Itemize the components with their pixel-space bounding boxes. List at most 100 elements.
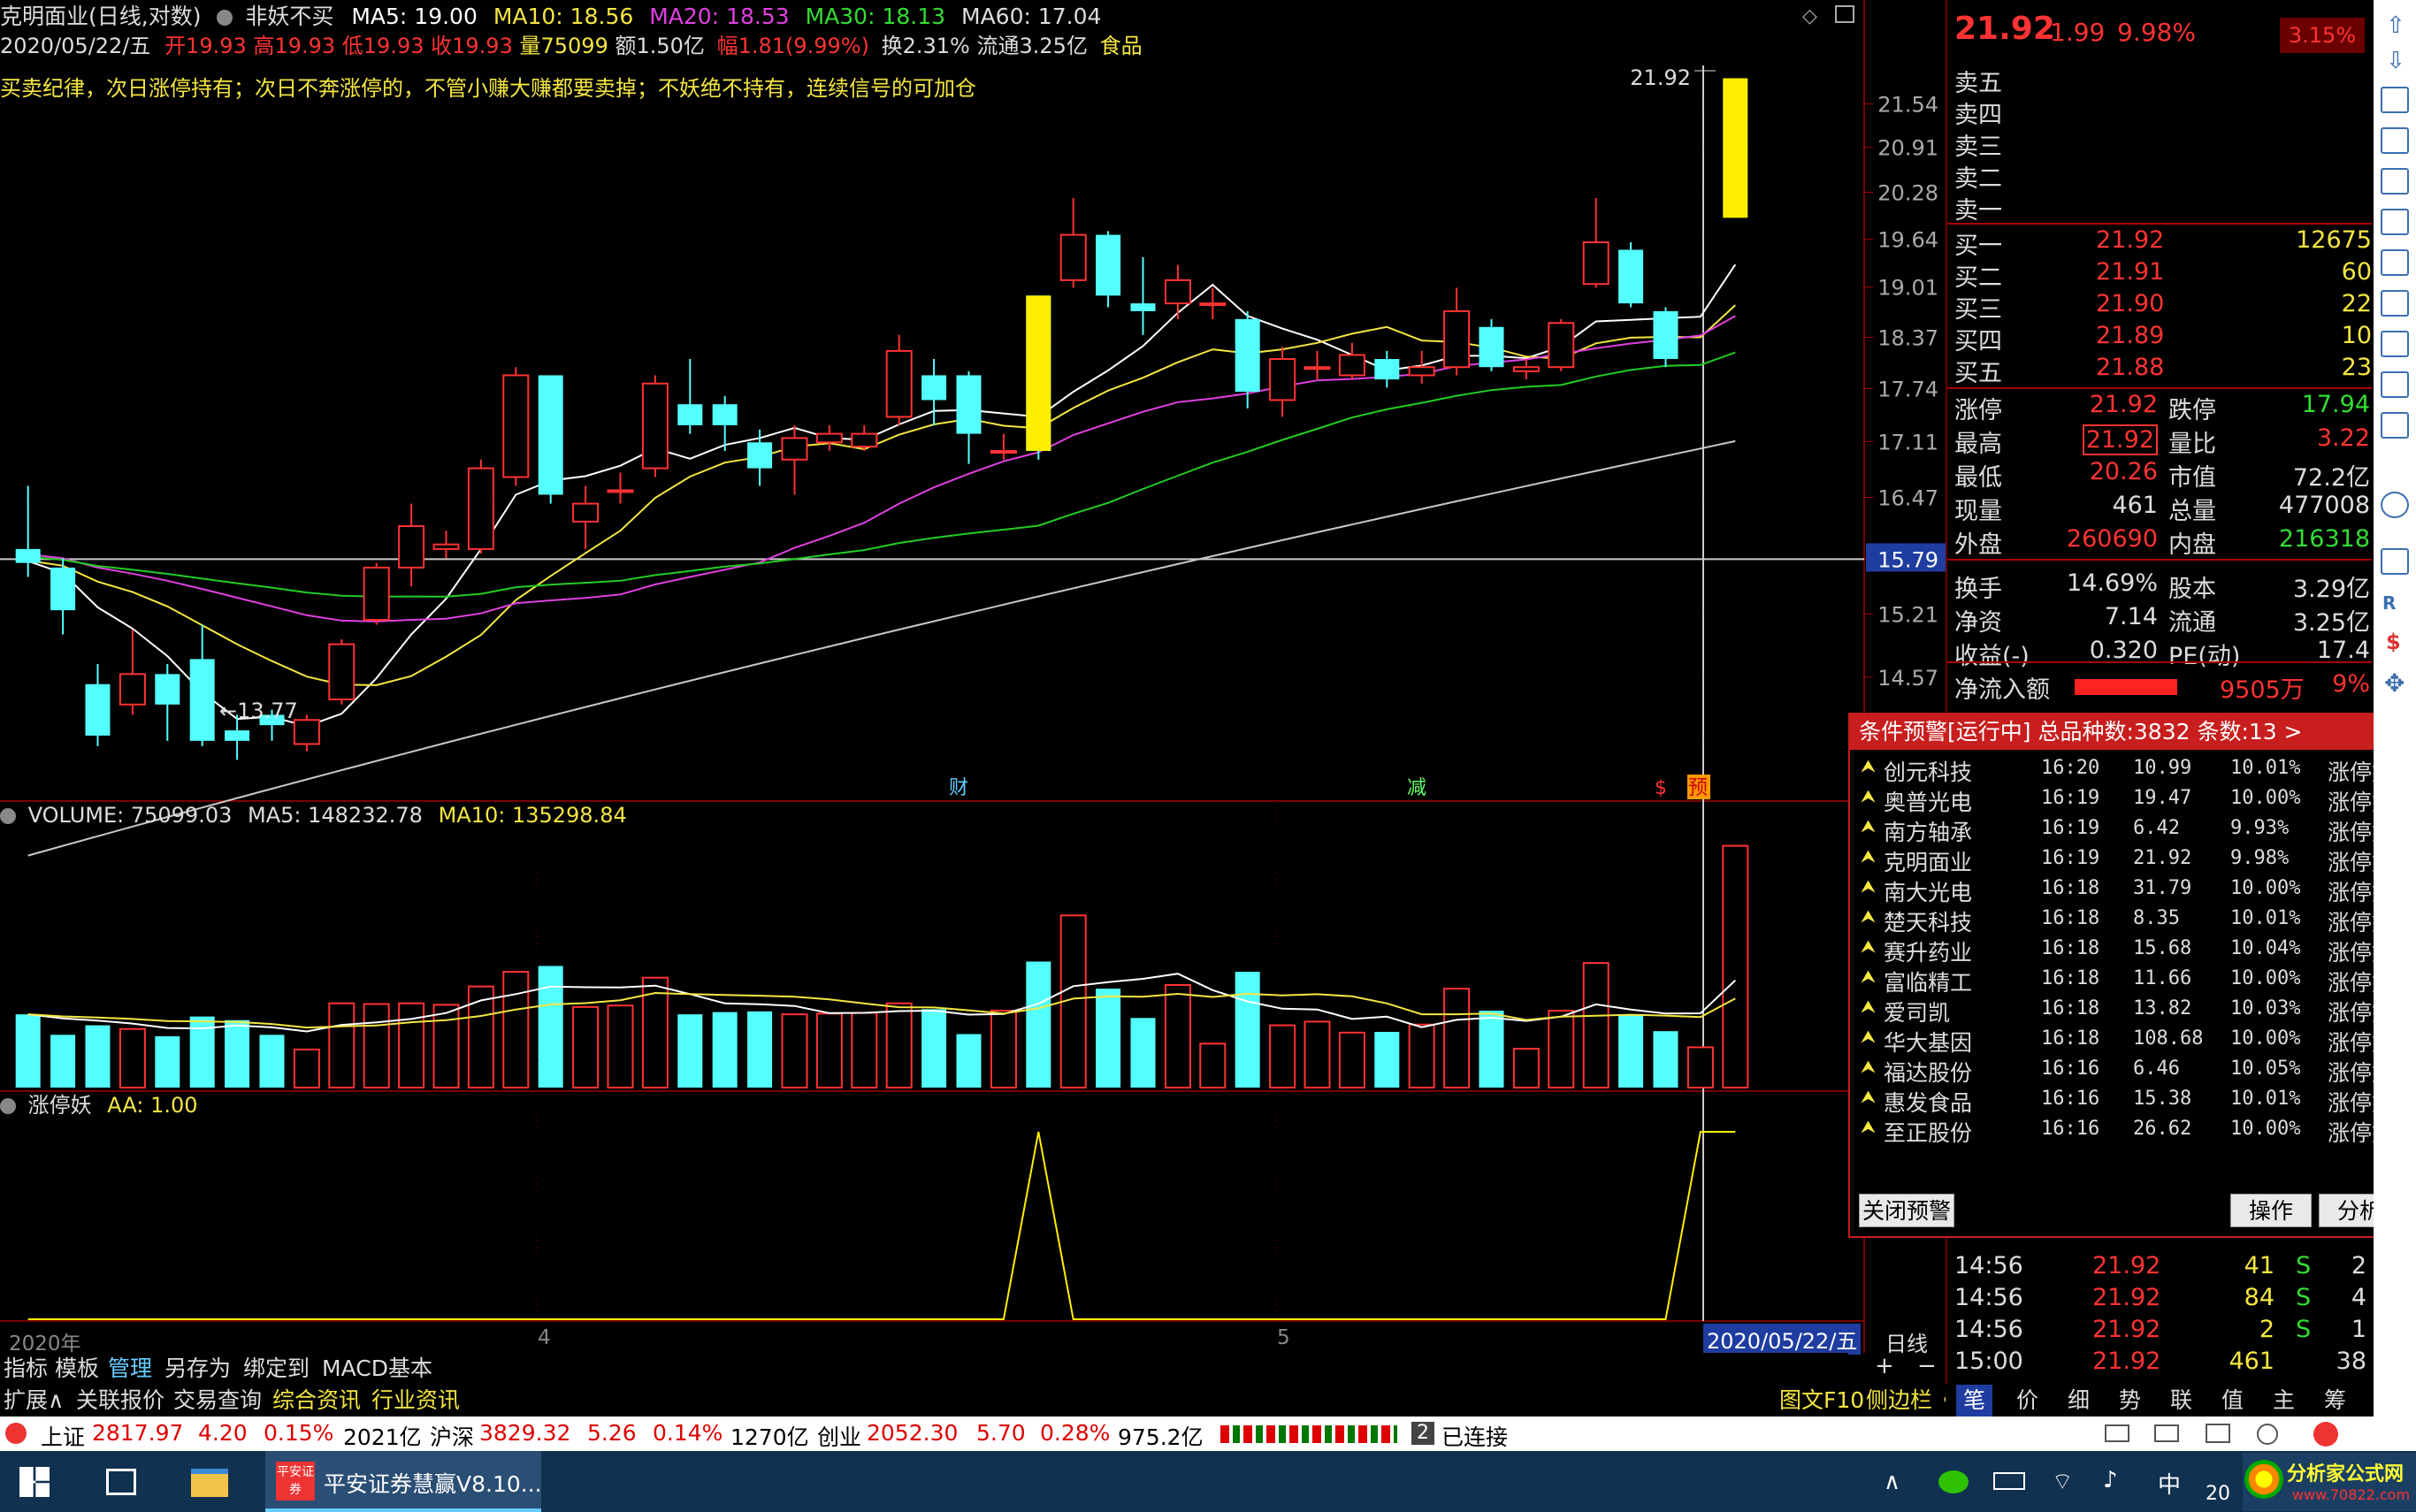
toolbar-r-icon[interactable]: R (2382, 592, 2396, 614)
tab-save-as[interactable]: 另存为 (164, 1353, 231, 1385)
volume-bar (1199, 1042, 1227, 1089)
arrow-down-icon[interactable]: ⇩ (2386, 48, 2405, 74)
alert-row[interactable]: ⮝ 奥普光电 16:19 19.47 10.00% 涨停妖-自 (1850, 785, 2416, 815)
tab-extend[interactable]: 扩展∧ (4, 1385, 64, 1417)
zoom-out-button[interactable]: − (1917, 1353, 1937, 1379)
tab-manage[interactable]: 管理 (108, 1353, 152, 1385)
alert-row[interactable]: ⮝ 克明面业 16:19 21.92 9.98% 涨停妖 (1850, 845, 2407, 875)
candle-body (1548, 322, 1575, 369)
toolbar-f2-icon[interactable] (2381, 412, 2409, 439)
candle-body (990, 449, 1017, 454)
quote-tab[interactable]: 值 (2221, 1385, 2244, 1417)
ime-indicator[interactable]: 中 (2158, 1467, 2181, 1500)
tab-industry-info[interactable]: 行业资讯 (371, 1385, 460, 1417)
time-axis-current-date: 2020/05/22/五 (1703, 1324, 1862, 1355)
quote-tab[interactable]: 价 (2016, 1385, 2038, 1417)
cy-label[interactable]: 创业 (817, 1420, 861, 1452)
status-alarm-icon[interactable] (2313, 1422, 2338, 1447)
candle-body (50, 567, 76, 611)
indicator-toggle-icon[interactable] (217, 10, 233, 26)
quote-tab[interactable]: 势 (2119, 1385, 2141, 1417)
alert-row[interactable]: ⮝ 创元科技 16:20 10.99 10.01% 涨停妖 (1850, 755, 2407, 785)
file-explorer-icon[interactable] (191, 1469, 228, 1497)
alert-row[interactable]: ⮝ 南方轴承 16:19 6.42 9.93% 涨停妖-自 (1850, 815, 2416, 845)
alert-price: 13.82 (2133, 997, 2192, 1019)
close-alert-button[interactable]: 关闭预警 (1859, 1194, 1954, 1227)
toolbar-circle-icon[interactable] (2381, 492, 2409, 518)
quote-tab[interactable]: 主 (2273, 1385, 2295, 1417)
quote-tab[interactable]: 筹 (2324, 1385, 2346, 1417)
toolbar-candle-icon[interactable] (2381, 209, 2409, 235)
indicator-toggle2-icon[interactable] (0, 1098, 16, 1114)
volume-icon[interactable]: ♪ (2103, 1467, 2118, 1493)
event-mark: 减 (1407, 777, 1426, 799)
alert-up-arrow-icon: ⮝ (1861, 1116, 1876, 1137)
active-app-button[interactable]: 平安证券 平安证券慧赢V8.10... (265, 1451, 542, 1512)
ohlc-change: 幅1.81(9.99%) (716, 34, 869, 58)
toolbar-list-icon[interactable] (2381, 249, 2409, 276)
tab-macd[interactable]: MACD基本 (322, 1353, 432, 1385)
alert-row[interactable]: ⮝ 爱司凯 16:18 13.82 10.03% 涨停妖 (1850, 996, 2407, 1026)
tab-related-quote[interactable]: 关联报价 (76, 1385, 164, 1417)
condition-alert-window[interactable]: 条件预警[运行中] 总品种数:3832 条数:13 > ⮝ 创元科技 16:20 10… (1848, 713, 2416, 1238)
alert-row[interactable]: ⮝ 华大基因 16:18 108.68 10.00% 涨停妖 (1850, 1026, 2407, 1056)
alert-row[interactable]: ⮝ 富临精工 16:18 11.66 10.00% 涨停妖 (1850, 966, 2407, 996)
tab-sidebar[interactable]: 侧边栏《 (1866, 1385, 1954, 1417)
stock-title[interactable]: 克明面业(日线,对数) (0, 4, 201, 29)
toolbar-table-icon[interactable] (2381, 127, 2409, 154)
wifi-icon[interactable]: ⌔ (2052, 1467, 2073, 1496)
chart-window-icon[interactable] (1835, 5, 1854, 23)
alert-row[interactable]: ⮝ 赛升药业 16:18 15.68 10.04% 涨停妖 (1850, 935, 2407, 966)
status-mail-icon[interactable] (2105, 1424, 2129, 1442)
hs-label[interactable]: 沪深 (430, 1420, 474, 1452)
buy-level-label: 买四 (1954, 328, 2002, 355)
arrow-up-icon[interactable]: ⇧ (2386, 12, 2405, 39)
toolbar-doc-icon[interactable] (2381, 371, 2409, 398)
time-axis-month5: 5 (1277, 1326, 1290, 1349)
stat-value-1: 21.92 (2082, 424, 2158, 455)
quote-tab[interactable]: 细 (2068, 1385, 2090, 1417)
toolbar-f10-icon[interactable] (2381, 290, 2409, 317)
tab-info[interactable]: 综合资讯 (272, 1385, 361, 1417)
toolbar-grid-icon[interactable] (2381, 87, 2409, 113)
status-user-icon[interactable] (2257, 1424, 2278, 1445)
volume-bar (467, 985, 494, 1088)
alert-row[interactable]: ⮝ 至正股份 16:16 26.62 10.00% 涨停妖 (1850, 1116, 2407, 1146)
quote-price: 21.92 (1954, 11, 2055, 47)
stat-label-1: 涨停 (1954, 397, 2002, 424)
tab-f10[interactable]: 图文F10 (1779, 1385, 1864, 1417)
clock-year-partial[interactable]: 20 (2206, 1483, 2230, 1505)
status-card-icon[interactable] (2154, 1424, 2179, 1442)
tab-indicator[interactable]: 指标 (4, 1353, 48, 1385)
tab-bind-to[interactable]: 绑定到 (243, 1353, 310, 1385)
windows-start-icon[interactable] (19, 1467, 50, 1497)
sh-label[interactable]: 上证 (41, 1420, 85, 1452)
toolbar-dollar-icon[interactable]: $ (2386, 630, 2401, 654)
quote-tab[interactable]: 笔 (1956, 1385, 1993, 1417)
alert-row[interactable]: ⮝ 惠发食品 16:16 15.38 10.01% 涨停妖 (1850, 1086, 2407, 1116)
battery-icon[interactable] (1993, 1472, 2025, 1490)
toolbar-chart2-icon[interactable] (2381, 548, 2409, 575)
tab-trade-query[interactable]: 交易查询 (173, 1385, 262, 1417)
toolbar-info-icon[interactable] (2381, 331, 2409, 357)
alert-row[interactable]: ⮝ 楚天科技 16:18 8.35 10.01% 涨停妖 (1850, 905, 2407, 935)
status-monitor-icon[interactable] (2206, 1424, 2230, 1443)
task-view-icon[interactable] (106, 1469, 136, 1495)
status-alert-icon[interactable] (5, 1423, 27, 1444)
zoom-in-button[interactable]: + (1875, 1353, 1894, 1379)
ohlc-volume: 量75099 (519, 34, 608, 58)
alert-row[interactable]: ⮝ 福达股份 16:16 6.46 10.05% 涨停妖 (1850, 1056, 2407, 1086)
alert-time: 16:18 (2041, 877, 2100, 899)
alert-operate-button[interactable]: 操作 (2230, 1194, 2312, 1227)
alert-row[interactable]: ⮝ 南大光电 16:18 31.79 10.00% 涨停妖 (1850, 875, 2407, 905)
alert-header[interactable]: 条件预警[运行中] 总品种数:3832 条数:13 > (1850, 714, 2407, 750)
tab-template[interactable]: 模板 (55, 1353, 99, 1385)
tray-chevron-icon[interactable]: ∧ (1884, 1469, 1900, 1495)
wechat-icon[interactable] (1938, 1470, 1969, 1493)
indicator-name[interactable]: 非妖不买 (245, 4, 333, 29)
chart-diamond-icon[interactable]: ◇ (1802, 5, 1817, 27)
toolbar-line-chart-icon[interactable] (2381, 168, 2409, 195)
volume-toggle-icon[interactable] (0, 808, 16, 824)
toolbar-move-icon[interactable]: ✥ (2384, 668, 2405, 698)
quote-tab[interactable]: 联 (2170, 1385, 2192, 1417)
